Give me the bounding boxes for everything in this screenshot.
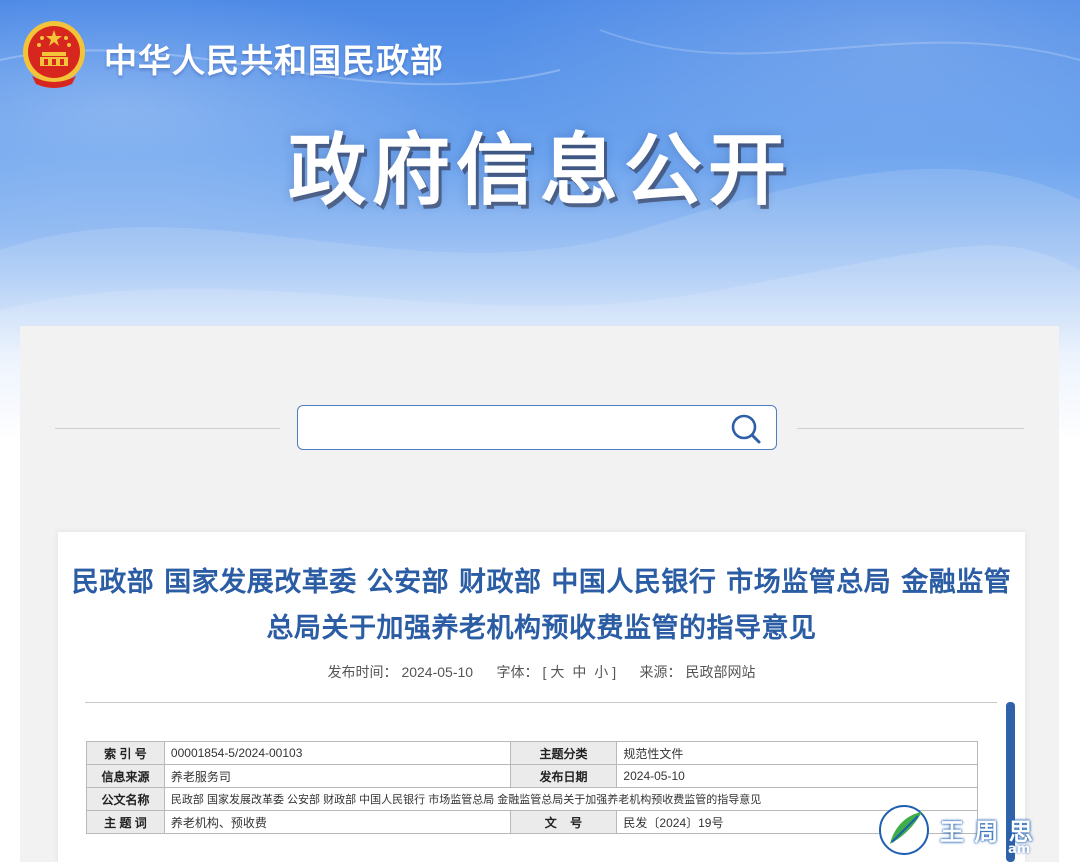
source-value: 民政部网站 — [685, 664, 756, 680]
meta-divider — [85, 702, 997, 703]
keywords-value: 养老机构、预收费 — [163, 810, 511, 834]
doc-name-value: 民政部 国家发展改革委 公安部 财政部 中国人民银行 市场监管总局 金融监管总局… — [163, 787, 979, 811]
article-meta: 发布时间： 2024-05-10 字体：[大 中 小] 来源： 民政部网站 — [58, 662, 1025, 682]
hero-title: 政府信息公开 — [287, 126, 792, 216]
document-info-table: 索 引 号 00001854-5/2024-00103 主题分类 规范性文件 信… — [86, 741, 979, 834]
divider-left — [55, 428, 280, 429]
category-value: 规范性文件 — [616, 741, 978, 765]
national-emblem-icon — [23, 21, 85, 88]
index-label: 索 引 号 — [86, 741, 165, 765]
font-label: 字体： — [496, 664, 539, 680]
publish-date: 2024-05-10 — [401, 664, 474, 680]
feather-logo-icon — [879, 805, 929, 855]
article-title: 民政部 国家发展改革委 公安部 财政部 中国人民银行 市场监管总局 金融监管总局… — [71, 567, 1012, 644]
index-value: 00001854-5/2024-00103 — [163, 741, 511, 765]
keywords-label: 主 题 词 — [86, 810, 165, 834]
font-size-large-button[interactable]: 大 — [550, 664, 564, 680]
font-bracket-close: ] — [612, 664, 617, 680]
search-icon[interactable] — [730, 413, 762, 445]
date-label: 发布日期 — [509, 764, 618, 788]
info-source-label: 信息来源 — [86, 764, 165, 788]
search-box — [297, 405, 777, 450]
table-row: 信息来源 养老服务司 发布日期 2024-05-10 — [86, 764, 978, 788]
font-size-medium-button[interactable]: 中 — [572, 664, 586, 680]
table-row: 公文名称 民政部 国家发展改革委 公安部 财政部 中国人民银行 市场监管总局 金… — [86, 787, 979, 811]
divider-right — [797, 428, 1024, 429]
publish-label: 发布时间： — [327, 664, 398, 680]
info-source-value: 养老服务司 — [163, 764, 511, 788]
search-input[interactable] — [308, 412, 712, 444]
source-label: 来源： — [639, 664, 682, 680]
table-row: 索 引 号 00001854-5/2024-00103 主题分类 规范性文件 — [86, 741, 978, 765]
category-label: 主题分类 — [509, 741, 618, 765]
doc-no-label: 文 号 — [509, 810, 618, 834]
font-bracket-open: [ — [542, 664, 547, 680]
watermark-subtext: am — [1008, 842, 1031, 857]
font-size-small-button[interactable]: 小 — [594, 664, 608, 680]
date-value: 2024-05-10 — [616, 764, 978, 788]
table-row: 主 题 词 养老机构、预收费 文 号 民发〔2024〕19号 — [86, 810, 978, 834]
site-name[interactable]: 中华人民共和国民政部 — [104, 34, 444, 82]
doc-name-label: 公文名称 — [86, 787, 165, 811]
